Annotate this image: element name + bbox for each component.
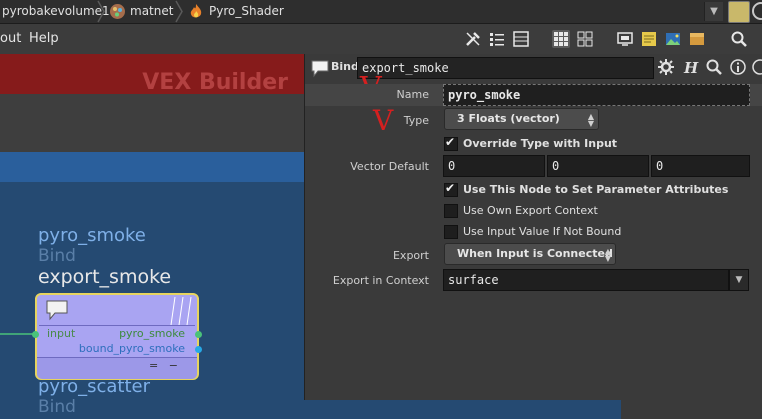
export-dropdown[interactable]: When Input is Connected ▲ ▼ [444,243,616,265]
bind-node-export-smoke[interactable]: input pyro_smoke bound_pyro_smoke = − [32,293,202,380]
tools-icon[interactable] [464,30,482,48]
breadcrumb-pyrobakevolume1[interactable]: pyrobakevolume1 [2,0,110,23]
breadcrumb-matnet[interactable]: matnet [130,0,173,23]
op-name-field[interactable]: export_smoke [357,57,654,79]
table-icon[interactable] [512,30,530,48]
input-port-dot[interactable] [32,331,39,338]
display-icon[interactable] [616,30,634,48]
vector-default-z[interactable]: 0 [651,155,750,177]
path-bar: pyrobakevolume1 matnet Pyro_Shader ▼ [0,0,762,24]
network-box-vex-builder: VEX Builder [0,54,304,95]
chevron-down-icon[interactable]: ▼ [729,269,749,291]
override-type-label: Override Type with Input [463,137,618,150]
export-in-context-label: Export in Context [332,274,429,287]
vector-default-y[interactable]: 0 [547,155,649,177]
chevron-down-icon: ▼ [604,254,611,263]
breadcrumb-pyro-shader[interactable]: Pyro_Shader [209,0,284,23]
node-footer-marks: = − [149,359,178,372]
box-icon[interactable] [688,30,706,48]
help-h-icon[interactable]: H [681,58,699,77]
input-value-if-not-bound-checkbox[interactable] [444,225,458,239]
input-value-if-not-bound-label: Use Input Value If Not Bound [463,225,622,238]
node-label-export-smoke[interactable]: export_smoke [38,266,171,288]
bind-node-icon [46,300,68,321]
fire-icon [190,4,202,18]
question-icon[interactable] [751,58,762,76]
network-ring-icon[interactable] [752,2,762,20]
pin-icon[interactable] [728,1,750,23]
path-dropdown-button[interactable]: ▼ [704,2,723,21]
node-type-pyro-smoke: Bind [38,246,76,266]
node-label-pyro-smoke[interactable]: pyro_smoke [38,225,146,246]
chevron-down-icon: ▼ [587,119,594,128]
export-dropdown-value: When Input is Connected [457,247,613,260]
output-port-dot[interactable] [195,331,202,338]
node-flag-stripes [170,297,192,325]
network-background [621,400,762,419]
own-export-context-label: Use Own Export Context [463,204,598,217]
name-label: Name [396,88,429,101]
override-type-checkbox[interactable]: ✔ [444,135,458,151]
search-icon[interactable] [730,30,748,48]
export-label: Export [392,249,429,262]
vector-default-label: Vector Default [350,160,429,173]
output-port-label-pyro-smoke: pyro_smoke [119,327,185,340]
use-this-node-checkbox[interactable]: ✔ [444,181,458,197]
menu-bar: out Help [0,24,762,55]
network-box-header [0,152,304,182]
node-type-pyro-scatter: Bind [38,397,76,417]
type-label: Type [403,114,429,127]
note-icon[interactable] [640,30,658,48]
search-icon[interactable] [705,58,723,76]
bind-node-icon [311,60,329,78]
menu-item-out[interactable]: out [0,24,21,54]
node-footer: = − [37,357,197,379]
use-this-node-label: Use This Node to Set Parameter Attribute… [463,183,729,196]
list-icon[interactable] [488,30,506,48]
svg-text:H: H [683,59,699,76]
export-in-context-field[interactable]: surface [443,269,729,291]
info-icon[interactable] [729,58,747,76]
grid-view-icon[interactable] [552,30,570,48]
network-background [0,94,304,152]
matnet-icon [110,4,125,19]
tree-view-icon[interactable] [576,30,594,48]
output-port-dot[interactable] [195,346,202,353]
checkmark-icon: ✔ [445,181,456,195]
op-type-label: Bind [331,60,359,73]
checkmark-icon: ✔ [445,135,456,149]
node-header [39,297,195,326]
output-port-label-bound-pyro-smoke: bound_pyro_smoke [78,342,185,355]
gear-icon[interactable] [657,58,675,76]
vector-default-x[interactable]: 0 [443,155,545,177]
parameter-panel: Bind export_smoke H V V Name pyro_smoke … [304,54,762,400]
type-dropdown-value: 3 Floats (vector) [457,112,560,125]
type-dropdown[interactable]: 3 Floats (vector) ▲ ▼ [444,108,599,130]
image-icon[interactable] [664,30,682,48]
own-export-context-checkbox[interactable] [444,204,458,218]
input-port-label: input [47,327,76,340]
name-field[interactable]: pyro_smoke [443,84,750,106]
breadcrumb-separator-icon [97,0,105,23]
menu-item-help[interactable]: Help [29,24,59,54]
breadcrumb-separator-icon [175,0,183,23]
